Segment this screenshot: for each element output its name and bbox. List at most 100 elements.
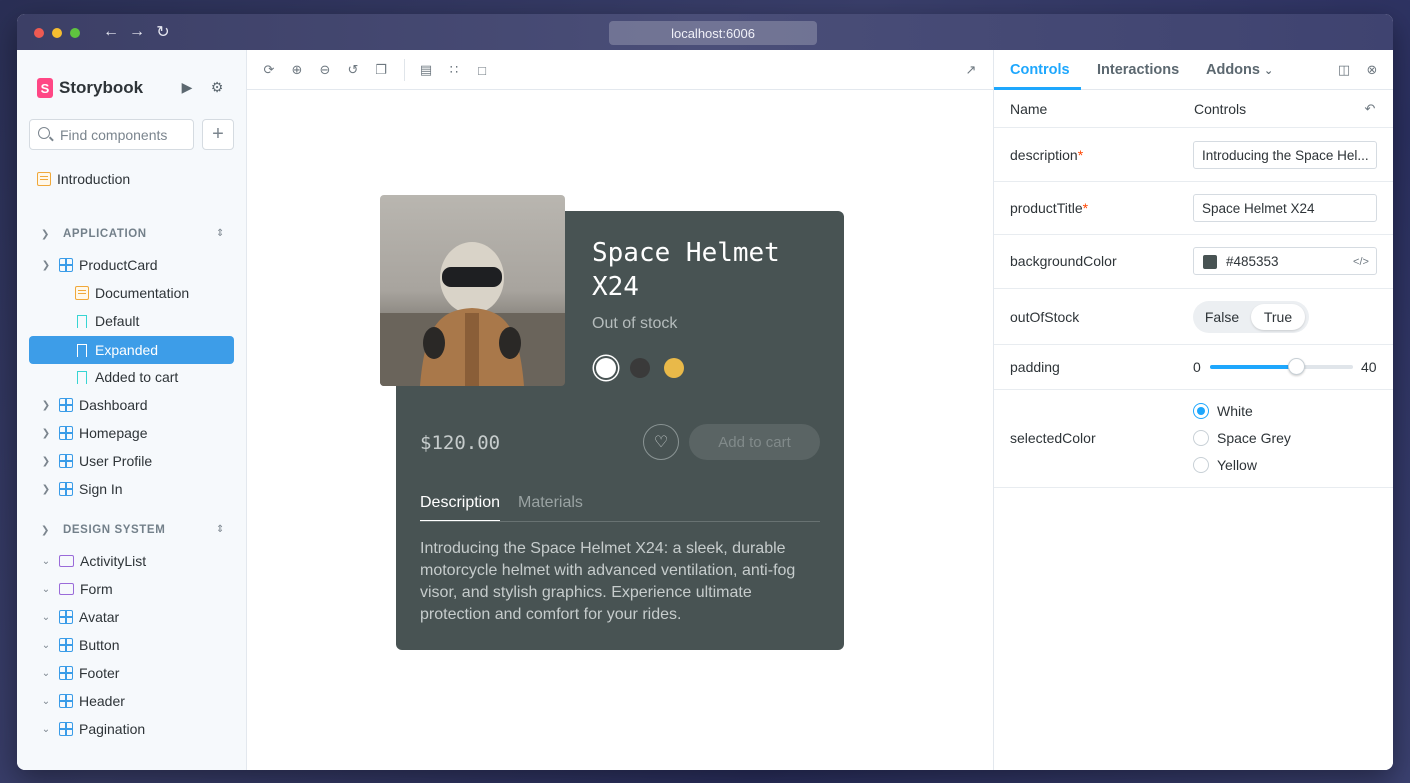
canvas-toolbar: ⟳ ⊕ ⊖ ↺ ❐ ▤ ∷ □ ↗ (247, 50, 993, 90)
sidebar-item-default[interactable]: Default (75, 308, 139, 334)
section-application[interactable]: ❯ APPLICATION (41, 228, 147, 240)
color-swatch-white[interactable] (596, 358, 616, 378)
toggle-true[interactable]: True (1251, 304, 1305, 330)
open-new-tab-icon[interactable]: ↗ (963, 62, 979, 78)
astronaut-image (380, 242, 565, 386)
sidebar-item-label: Form (80, 581, 113, 597)
play-icon[interactable]: ▶ (178, 78, 196, 96)
tab-description[interactable]: Description (420, 494, 501, 522)
background-color-field[interactable]: #485353 (1193, 247, 1377, 275)
viewport-icon[interactable]: ▤ (418, 62, 434, 78)
control-label: productTitle* (1010, 200, 1088, 216)
reload-icon[interactable]: ↻ (154, 23, 172, 41)
radio-yellow[interactable]: Yellow (1193, 457, 1257, 473)
remount-icon[interactable]: ⟳ (261, 62, 277, 78)
zoom-in-icon[interactable]: ⊕ (289, 62, 305, 78)
close-icon[interactable]: ⊗ (1364, 62, 1380, 78)
sidebar-item-header[interactable]: ⌄ Header (39, 688, 125, 714)
sidebar-item-label: Introduction (57, 171, 131, 187)
toggle-false[interactable]: False (1199, 304, 1245, 330)
sidebar-item-user-profile[interactable]: ❯ User Profile (39, 448, 152, 474)
radio-button[interactable] (1193, 430, 1209, 446)
color-swatch-space-grey[interactable] (630, 358, 650, 378)
sidebar-item-homepage[interactable]: ❯ Homepage (39, 420, 148, 446)
chevron-down-icon: ⌄ (41, 555, 51, 567)
sidebar-item-sign-in[interactable]: ❯ Sign In (39, 476, 123, 502)
padding-slider[interactable] (1210, 358, 1353, 375)
background-icon[interactable]: ❐ (373, 62, 389, 78)
component-icon (59, 722, 73, 736)
tab-materials[interactable]: Materials (518, 494, 583, 512)
radio-button[interactable] (1193, 403, 1209, 419)
sidebar-item-dashboard[interactable]: ❯ Dashboard (39, 392, 148, 418)
zoom-out-icon[interactable]: ⊖ (317, 62, 333, 78)
color-preview-swatch[interactable] (1203, 255, 1217, 269)
control-row-product-title: productTitle* Space Helmet X24 (994, 182, 1393, 235)
sidebar-item-introduction[interactable]: Introduction (37, 166, 130, 192)
tab-addons-label: Addons (1206, 62, 1260, 78)
add-to-cart-button[interactable]: Add to cart (689, 424, 820, 460)
radio-label: Space Grey (1217, 430, 1291, 446)
brand[interactable]: S Storybook (37, 78, 143, 98)
add-story-button[interactable]: + (202, 119, 234, 150)
sidebar-item-button[interactable]: ⌄ Button (39, 632, 120, 658)
chevron-down-icon: ⌄ (1264, 65, 1274, 77)
maximize-window-button[interactable] (70, 28, 80, 38)
zoom-reset-icon[interactable]: ↺ (345, 62, 361, 78)
slider-thumb[interactable] (1287, 358, 1305, 375)
sidebar-item-avatar[interactable]: ⌄ Avatar (39, 604, 119, 630)
close-window-button[interactable] (34, 28, 44, 38)
panel-layout-icon[interactable]: ◫ (1336, 62, 1352, 78)
storybook-logo-icon: S (37, 78, 53, 98)
sidebar-item-footer[interactable]: ⌄ Footer (39, 660, 120, 686)
sidebar-item-label: ActivityList (80, 553, 147, 569)
radio-button[interactable] (1193, 457, 1209, 473)
bookmark-icon (77, 343, 87, 357)
toolbar-divider (404, 59, 405, 81)
tab-divider (420, 521, 820, 522)
out-of-stock-toggle[interactable]: False True (1193, 301, 1309, 333)
tab-addons[interactable]: Addons ⌄ (1206, 62, 1273, 78)
tab-controls[interactable]: Controls (1010, 62, 1070, 78)
tab-interactions[interactable]: Interactions (1097, 62, 1179, 78)
folder-icon (59, 555, 74, 567)
product-title-field[interactable]: Space Helmet X24 (1193, 194, 1377, 222)
document-icon (37, 172, 51, 186)
description-field[interactable]: Introducing the Space Hel... (1193, 141, 1377, 169)
sidebar-item-activitylist[interactable]: ⌄ ActivityList (39, 548, 146, 574)
chevron-down-icon: ⌄ (41, 695, 51, 707)
sidebar-item-documentation[interactable]: Documentation (75, 280, 189, 306)
slider-max: 40 (1361, 359, 1377, 375)
color-swatch-yellow[interactable] (664, 358, 684, 378)
sidebar-item-productcard[interactable]: ❯ ProductCard (39, 252, 158, 278)
undo-icon[interactable]: ↶ (1362, 101, 1378, 117)
expand-collapse-icon[interactable]: ⇕ (216, 524, 224, 535)
product-description: Introducing the Space Helmet X24: a slee… (420, 540, 796, 623)
code-icon[interactable]: </> (1353, 254, 1369, 270)
sidebar-item-label: Pagination (79, 721, 146, 737)
sidebar-item-pagination[interactable]: ⌄ Pagination (39, 716, 145, 742)
control-row-selected-color: selectedColor White Space Grey Yellow (994, 390, 1393, 488)
outline-icon[interactable]: □ (474, 62, 490, 78)
arrow-left-icon[interactable]: ← (102, 23, 120, 41)
sidebar-item-expanded[interactable]: Expanded (75, 336, 158, 364)
component-icon (59, 258, 73, 272)
component-icon (59, 638, 73, 652)
radio-space-grey[interactable]: Space Grey (1193, 430, 1291, 446)
sidebar-item-form[interactable]: ⌄ Form (39, 576, 113, 602)
gear-icon[interactable]: ⚙ (208, 78, 226, 96)
url-bar[interactable]: localhost:6006 (609, 21, 817, 45)
sidebar-item-label: Dashboard (79, 397, 148, 413)
chevron-right-icon: ❯ (41, 399, 51, 411)
section-design-system[interactable]: ❯ DESIGN SYSTEM (41, 524, 165, 536)
arrow-right-icon[interactable]: → (128, 23, 146, 41)
search-input[interactable]: Find components (29, 119, 194, 150)
expand-collapse-icon[interactable]: ⇕ (216, 228, 224, 239)
minimize-window-button[interactable] (52, 28, 62, 38)
sidebar-item-added-to-cart[interactable]: Added to cart (75, 364, 178, 390)
grid-icon[interactable]: ∷ (446, 62, 462, 78)
heart-icon[interactable]: ♡ (643, 424, 679, 460)
radio-white[interactable]: White (1193, 403, 1253, 419)
addons-panel: Controls Interactions Addons ⌄ ◫ ⊗ Name … (993, 50, 1393, 770)
column-controls-header: Controls (1194, 101, 1247, 117)
